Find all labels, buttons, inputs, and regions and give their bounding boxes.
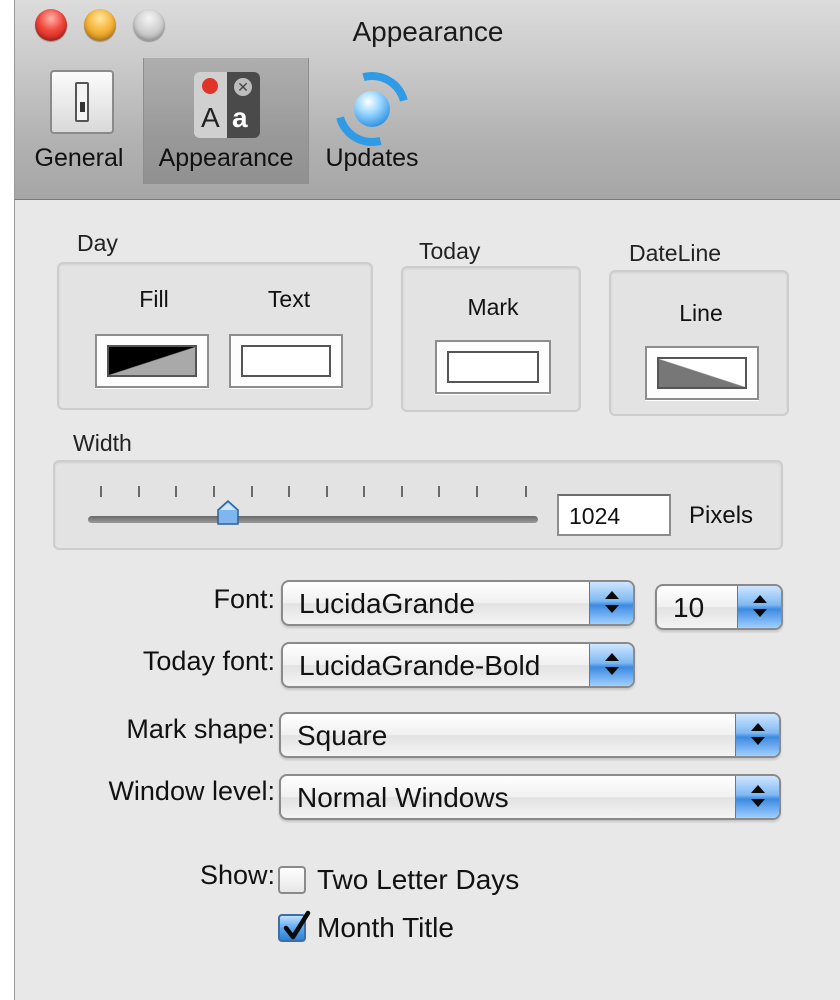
font-popup[interactable]: LucidaGrande: [281, 580, 635, 626]
width-slider-thumb[interactable]: [216, 500, 239, 526]
day-group-box: Fill Text: [57, 262, 373, 410]
popup-arrows-icon: [735, 776, 779, 818]
day-text-color-well[interactable]: [229, 334, 343, 388]
month-title-checkbox[interactable]: [278, 910, 311, 942]
font-popup-value: LucidaGrande: [299, 588, 475, 619]
slider-tick: [326, 486, 328, 497]
toolbar-updates-button[interactable]: Updates: [309, 58, 435, 184]
window-level-value: Normal Windows: [297, 782, 509, 813]
dateline-group-box: Line: [609, 270, 789, 416]
today-group-label: Today: [419, 238, 481, 264]
day-fill-label: Fill: [139, 286, 169, 312]
preferences-window: Appearance General ✕ A a Appearance Upda…: [14, 0, 840, 1000]
popup-arrows-icon: [589, 644, 633, 686]
toolbar-general-label: General: [34, 144, 124, 172]
today-mark-color-well[interactable]: [435, 340, 551, 394]
toolbar-appearance-label: Appearance: [158, 144, 294, 172]
width-input[interactable]: 1024: [557, 494, 671, 536]
slider-tick: [363, 486, 365, 497]
popup-arrows-icon: [737, 586, 781, 628]
width-group-box: [53, 460, 783, 550]
width-slider[interactable]: [88, 516, 538, 523]
slider-tick: [288, 486, 290, 497]
window-title: Appearance: [352, 16, 504, 47]
day-text-label: Text: [267, 286, 311, 312]
mark-shape-label: Mark shape:: [126, 714, 275, 744]
appearance-pane: Day Fill Text Today Mark DateLine Line W…: [15, 200, 840, 1000]
slider-tick: [438, 486, 440, 497]
dateline-line-color-well[interactable]: [645, 346, 759, 400]
two-letter-days-label[interactable]: Two Letter Days: [317, 864, 519, 896]
two-letter-days-checkbox[interactable]: [278, 866, 306, 894]
font-style-icon: ✕ A a: [194, 72, 260, 138]
slider-tick: [175, 486, 177, 497]
toolbar-updates-label: Updates: [325, 144, 419, 172]
slider-tick: [213, 486, 215, 497]
switch-icon: [50, 70, 114, 134]
window-level-label: Window level:: [108, 776, 275, 806]
slider-tick: [251, 486, 253, 497]
today-font-value: LucidaGrande-Bold: [299, 650, 541, 681]
dateline-group-label: DateLine: [629, 240, 722, 266]
window-level-popup[interactable]: Normal Windows: [279, 774, 781, 820]
width-group-label: Width: [73, 430, 132, 456]
sync-icon: [321, 58, 423, 160]
slider-tick: [100, 486, 102, 497]
dateline-line-label: Line: [679, 300, 723, 326]
width-unit-label: Pixels: [689, 502, 754, 529]
slider-tick: [401, 486, 403, 497]
title-bar: Appearance General ✕ A a Appearance Upda…: [15, 0, 840, 200]
show-label: Show:: [199, 860, 275, 890]
today-font-popup[interactable]: LucidaGrande-Bold: [281, 642, 635, 688]
today-mark-label: Mark: [467, 294, 519, 320]
popup-arrows-icon: [589, 582, 633, 624]
slider-tick: [476, 486, 478, 497]
toolbar-appearance-button[interactable]: ✕ A a Appearance: [143, 58, 309, 184]
font-size-popup[interactable]: 10: [655, 584, 783, 630]
toolbar-general-button[interactable]: General: [15, 58, 143, 184]
slider-tick: [138, 486, 140, 497]
mark-shape-value: Square: [297, 720, 388, 751]
font-label: Font:: [213, 584, 275, 614]
popup-arrows-icon: [735, 714, 779, 756]
today-font-label: Today font:: [142, 646, 275, 676]
today-group-box: Mark: [401, 266, 581, 412]
slider-tick: [525, 486, 527, 497]
month-title-label[interactable]: Month Title: [317, 912, 454, 944]
day-fill-color-well[interactable]: [95, 334, 209, 388]
font-size-value: 10: [673, 592, 705, 623]
mark-shape-popup[interactable]: Square: [279, 712, 781, 758]
day-group-label: Day: [77, 230, 118, 256]
checkmark-icon: [283, 910, 311, 940]
